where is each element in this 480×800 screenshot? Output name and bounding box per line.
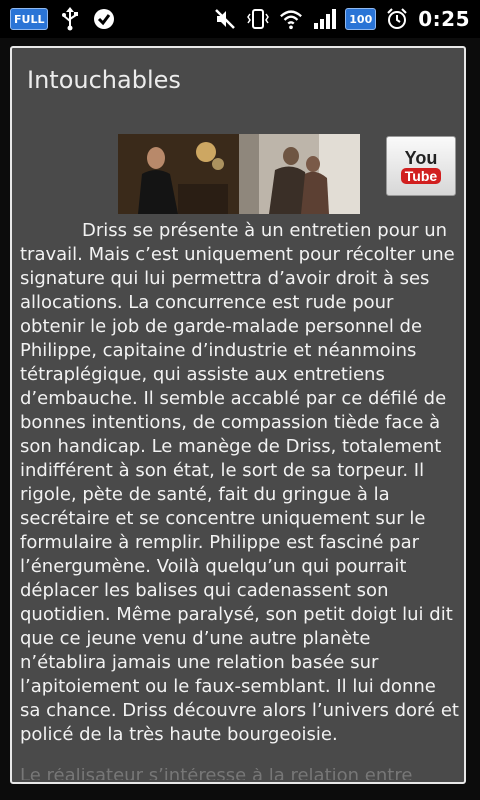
alarm-icon bbox=[385, 7, 409, 31]
battery-icon: 100 bbox=[345, 8, 377, 30]
sync-check-icon bbox=[92, 7, 116, 31]
youtube-logo-you: You bbox=[404, 147, 438, 168]
battery-full-badge-icon: FULL bbox=[10, 8, 49, 30]
movie-stills bbox=[118, 134, 360, 214]
signal-icon bbox=[312, 7, 337, 31]
movie-synopsis: Driss se présente à un entretien pour un… bbox=[20, 220, 459, 745]
mute-icon bbox=[213, 7, 237, 31]
movie-dialog: Intouchables You Tube Driss se présente … bbox=[10, 46, 466, 784]
vibrate-icon bbox=[246, 7, 270, 31]
status-bar-right: 100 0:25 bbox=[213, 6, 470, 32]
movie-still-image-1 bbox=[118, 134, 239, 214]
wifi-icon bbox=[279, 7, 303, 31]
youtube-button[interactable]: You Tube bbox=[386, 136, 456, 196]
youtube-icon: You Tube bbox=[400, 147, 442, 184]
status-bar-left: FULL bbox=[10, 6, 116, 32]
status-bar: FULL 100 0:25 bbox=[0, 0, 480, 38]
usb-icon bbox=[58, 7, 82, 31]
dialog-title: Intouchables bbox=[27, 66, 181, 94]
clock-time: 0:25 bbox=[418, 7, 470, 31]
youtube-logo-tube: Tube bbox=[400, 167, 442, 184]
movie-still-image-2 bbox=[239, 134, 360, 214]
truncated-next-line: Le réalisateur s’intéresse à la relation… bbox=[20, 768, 460, 780]
truncated-next-line-text: Le réalisateur s’intéresse à la relation… bbox=[20, 768, 413, 780]
